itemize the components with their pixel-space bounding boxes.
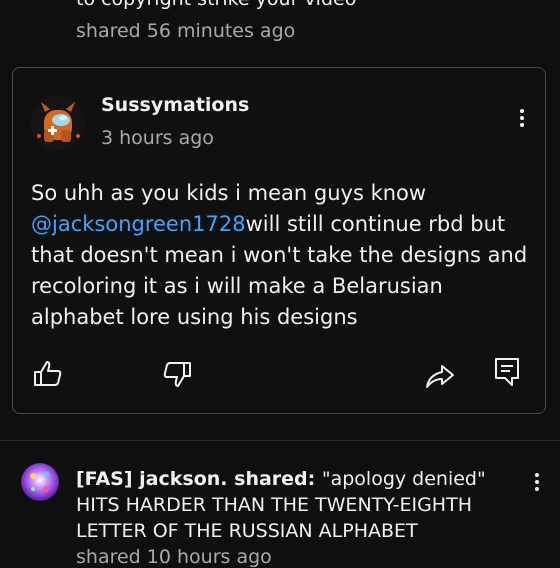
divider [0,440,560,441]
dislike-icon[interactable] [161,358,193,390]
kebab-menu-icon[interactable] [512,106,532,136]
comment-icon[interactable] [492,356,524,388]
next-post-time: shared 10 hours ago [76,546,272,568]
like-icon[interactable] [32,358,64,390]
author-avatar[interactable] [31,96,85,150]
previous-post-text: to copyright strike your video [76,0,356,10]
shared-label: shared: [227,468,322,490]
post-time: 3 hours ago [101,127,214,149]
galaxy-avatar-icon [21,463,59,501]
among-us-avatar-icon [31,96,85,150]
post-author[interactable]: Sussymations [101,94,249,116]
next-author-avatar[interactable] [21,463,59,501]
post-body-text-1: So uhh as you kids i mean guys know [31,181,427,205]
share-icon[interactable] [424,360,456,392]
mention-link[interactable]: @jacksongreen1728 [31,212,246,236]
kebab-menu-icon[interactable] [527,470,547,500]
next-post-text: [FAS] jackson. shared: "apology denied" … [76,466,516,544]
previous-post-time: shared 56 minutes ago [76,20,296,42]
next-post-author[interactable]: [FAS] jackson. [76,468,228,490]
post-body: So uhh as you kids i mean guys know @jac… [31,178,536,333]
